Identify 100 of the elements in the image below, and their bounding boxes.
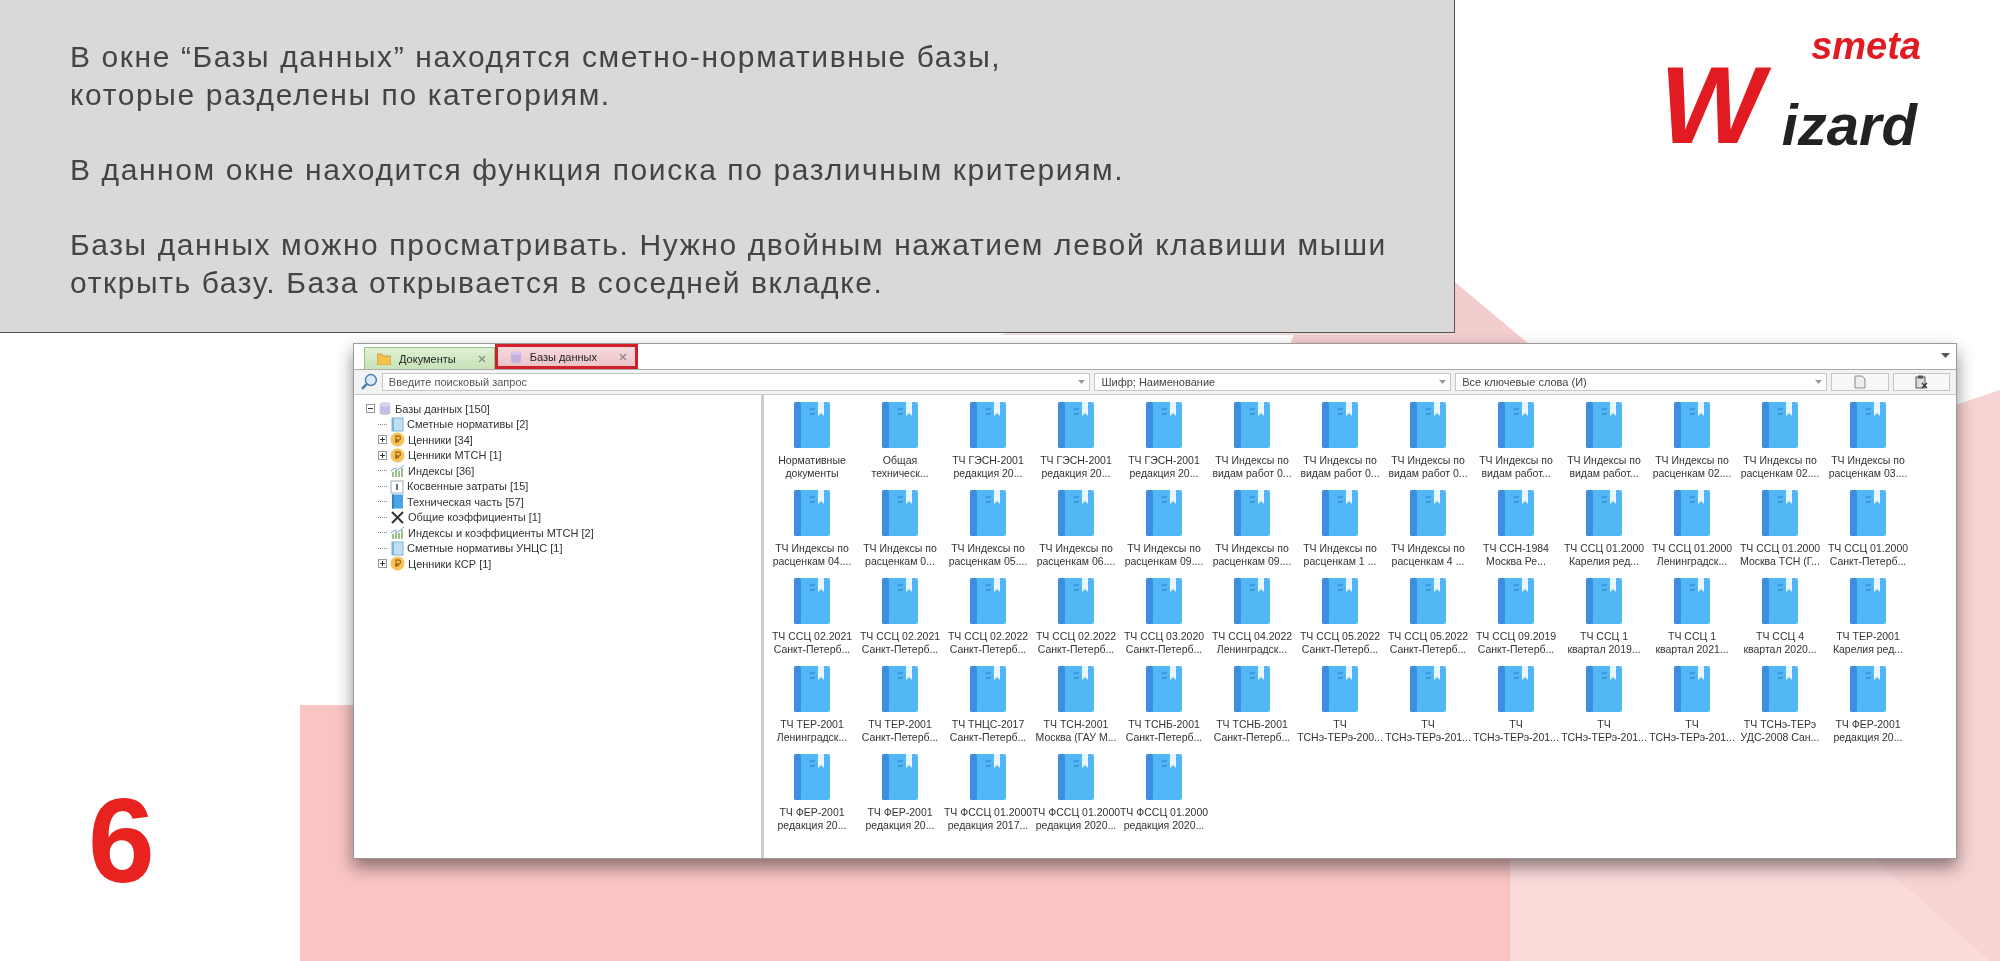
database-name[interactable]: ТЧ Индексы по расценкам 03.... bbox=[1828, 454, 1908, 480]
book-icon[interactable] bbox=[882, 666, 918, 712]
book-icon[interactable] bbox=[1850, 402, 1886, 448]
database-name[interactable]: ТЧ Индексы по расценкам 05.... bbox=[948, 542, 1028, 568]
tree-item[interactable]: Сметные нормативы УНЦС [1] bbox=[407, 542, 563, 555]
book-icon[interactable] bbox=[882, 578, 918, 624]
book-icon[interactable] bbox=[1322, 578, 1358, 624]
database-name[interactable]: ТЧ ГЭСН-2001 редакция 20... bbox=[952, 454, 1024, 480]
tree-item[interactable]: Общие коэффициенты [1] bbox=[408, 511, 541, 524]
database-name[interactable]: ТЧ Индексы по расценкам 02.... bbox=[1740, 454, 1820, 480]
book-icon[interactable] bbox=[1850, 490, 1886, 536]
book-icon[interactable] bbox=[794, 666, 830, 712]
book-icon[interactable] bbox=[1850, 578, 1886, 624]
database-name[interactable]: ТЧ Индексы по расценкам 0... bbox=[863, 542, 937, 568]
close-icon[interactable] bbox=[619, 352, 627, 361]
book-icon[interactable] bbox=[970, 578, 1006, 624]
database-name[interactable]: ТЧ ТЕР-2001 Ленинградск... bbox=[776, 718, 848, 744]
database-name[interactable]: ТЧ ССН-1984 Москва Ре... bbox=[1483, 542, 1549, 568]
database-name[interactable]: ТЧ ТЕР-2001 Карелия ред... bbox=[1832, 630, 1904, 656]
database-name[interactable]: ТЧ ФССЦ 01.2000 редакция 2017... bbox=[943, 806, 1033, 832]
book-icon[interactable] bbox=[1234, 666, 1270, 712]
database-name[interactable]: ТЧ ТСНэ-ТЕРэ-201... bbox=[1473, 718, 1559, 744]
database-name[interactable]: ТЧ Индексы по расценкам 04.... bbox=[772, 542, 852, 568]
database-name[interactable]: ТЧ ССЦ 02.2022 Санкт-Петерб... bbox=[947, 630, 1029, 656]
book-icon[interactable] bbox=[1410, 402, 1446, 448]
database-name[interactable]: ТЧ ССЦ 01.2000 Ленинградск... bbox=[1651, 542, 1733, 568]
database-name[interactable]: ТЧ ФЕР-2001 редакция 20... bbox=[777, 806, 847, 832]
database-name[interactable]: ТЧ ГЭСН-2001 редакция 20... bbox=[1040, 454, 1112, 480]
book-icon[interactable] bbox=[882, 402, 918, 448]
book-icon[interactable] bbox=[1146, 402, 1182, 448]
database-name[interactable]: ТЧ ФЕР-2001 редакция 20... bbox=[1833, 718, 1903, 744]
database-name[interactable]: ТЧ ССЦ 02.2022 Санкт-Петерб... bbox=[1035, 630, 1117, 656]
book-icon[interactable] bbox=[794, 578, 830, 624]
expand-icon[interactable] bbox=[378, 450, 387, 460]
book-icon[interactable] bbox=[1234, 402, 1270, 448]
database-name[interactable]: ТЧ ССЦ 05.2022 Санкт-Петерб... bbox=[1387, 630, 1469, 656]
book-icon[interactable] bbox=[1058, 754, 1094, 800]
tree-item[interactable]: Ценники [34] bbox=[408, 433, 473, 446]
book-icon[interactable] bbox=[970, 402, 1006, 448]
caret-icon[interactable] bbox=[1941, 353, 1950, 359]
database-name[interactable]: ТЧ ТЕР-2001 Санкт-Петерб... bbox=[861, 718, 939, 744]
book-icon[interactable] bbox=[1146, 666, 1182, 712]
database-name[interactable]: ТЧ ТСНэ-ТЕРэ-200... bbox=[1297, 718, 1383, 744]
database-name[interactable]: ТЧ Индексы по расценкам 02.... bbox=[1652, 454, 1732, 480]
book-icon[interactable] bbox=[1762, 490, 1798, 536]
tree-item[interactable]: Ценники МТСН [1] bbox=[408, 449, 502, 462]
database-name[interactable]: ТЧ ТСНэ-ТЕРэ УДС-2008 Сан... bbox=[1740, 718, 1820, 744]
book-icon[interactable] bbox=[1674, 402, 1710, 448]
book-icon[interactable] bbox=[1762, 402, 1798, 448]
book-icon[interactable] bbox=[1498, 490, 1534, 536]
book-icon[interactable] bbox=[1674, 490, 1710, 536]
database-name[interactable]: ТЧ ФЕР-2001 редакция 20... bbox=[865, 806, 935, 832]
tree-item[interactable]: Базы данных [150] bbox=[395, 402, 490, 415]
book-icon[interactable] bbox=[1498, 402, 1534, 448]
database-name[interactable]: ТЧ Индексы по расценкам 09.... bbox=[1212, 542, 1292, 568]
database-name[interactable]: ТЧ ССЦ 05.2022 Санкт-Петерб... bbox=[1299, 630, 1381, 656]
book-icon[interactable] bbox=[1586, 402, 1622, 448]
database-name[interactable]: Общая техническ... bbox=[871, 454, 929, 480]
book-icon[interactable] bbox=[1410, 578, 1446, 624]
book-icon[interactable] bbox=[794, 754, 830, 800]
database-name[interactable]: ТЧ Индексы по видам работ 0... bbox=[1300, 454, 1380, 480]
database-name[interactable]: ТЧ Индексы по видам работ... bbox=[1479, 454, 1553, 480]
database-name[interactable]: ТЧ ССЦ 1 квартал 2019... bbox=[1567, 630, 1641, 656]
database-name[interactable]: ТЧ ФССЦ 01.2000 редакция 2020... bbox=[1031, 806, 1121, 832]
book-icon[interactable] bbox=[1586, 666, 1622, 712]
book-icon[interactable] bbox=[970, 490, 1006, 536]
search-icon[interactable] bbox=[360, 373, 378, 391]
expand-icon[interactable] bbox=[378, 559, 387, 569]
database-name[interactable]: ТЧ Индексы по расценкам 09.... bbox=[1124, 542, 1204, 568]
book-icon[interactable] bbox=[1674, 578, 1710, 624]
database-name[interactable]: ТЧ ТНЦС-2017 Санкт-Петерб... bbox=[949, 718, 1027, 744]
database-name[interactable]: ТЧ Индексы по видам работ 0... bbox=[1388, 454, 1468, 480]
database-name[interactable]: ТЧ Индексы по видам работ 0... bbox=[1212, 454, 1292, 480]
tree-item[interactable]: Сметные нормативы [2] bbox=[407, 418, 529, 431]
book-icon[interactable] bbox=[1586, 490, 1622, 536]
database-name[interactable]: ТЧ ФССЦ 01.2000 редакция 2020... bbox=[1119, 806, 1209, 832]
tree-item[interactable]: Ценники КСР [1] bbox=[408, 557, 492, 570]
book-icon[interactable] bbox=[1234, 578, 1270, 624]
book-icon[interactable] bbox=[794, 402, 830, 448]
tab[interactable]: Базы данных bbox=[494, 344, 638, 369]
tree-item[interactable]: Индексы и коэффициенты МТСН [2] bbox=[408, 526, 594, 539]
database-name[interactable]: ТЧ Индексы по видам работ... bbox=[1567, 454, 1641, 480]
database-name[interactable]: ТЧ ТСНБ-2001 Санкт-Петерб... bbox=[1213, 718, 1291, 744]
tree-item[interactable]: Индексы [36] bbox=[408, 464, 475, 477]
collapse-icon[interactable] bbox=[366, 404, 375, 414]
database-name[interactable]: ТЧ ССЦ 01.2000 Москва ТСН (Г... bbox=[1739, 542, 1821, 568]
database-name[interactable]: ТЧ ССЦ 01.2000 Санкт-Петерб... bbox=[1827, 542, 1909, 568]
book-icon[interactable] bbox=[1058, 666, 1094, 712]
book-icon[interactable] bbox=[1146, 578, 1182, 624]
database-name[interactable]: Нормативные документы bbox=[778, 454, 846, 480]
database-name[interactable]: ТЧ ТСНэ-ТЕРэ-201... bbox=[1561, 718, 1647, 744]
book-icon[interactable] bbox=[1762, 666, 1798, 712]
book-icon[interactable] bbox=[970, 754, 1006, 800]
database-name[interactable]: ТЧ ТСНБ-2001 Санкт-Петерб... bbox=[1125, 718, 1203, 744]
book-icon[interactable] bbox=[970, 666, 1006, 712]
database-name[interactable]: ТЧ Индексы по расценкам 1 ... bbox=[1303, 542, 1377, 568]
book-icon[interactable] bbox=[1058, 578, 1094, 624]
book-icon[interactable] bbox=[1322, 490, 1358, 536]
database-name[interactable]: ТЧ ТСНэ-ТЕРэ-201... bbox=[1649, 718, 1735, 744]
book-icon[interactable] bbox=[882, 490, 918, 536]
